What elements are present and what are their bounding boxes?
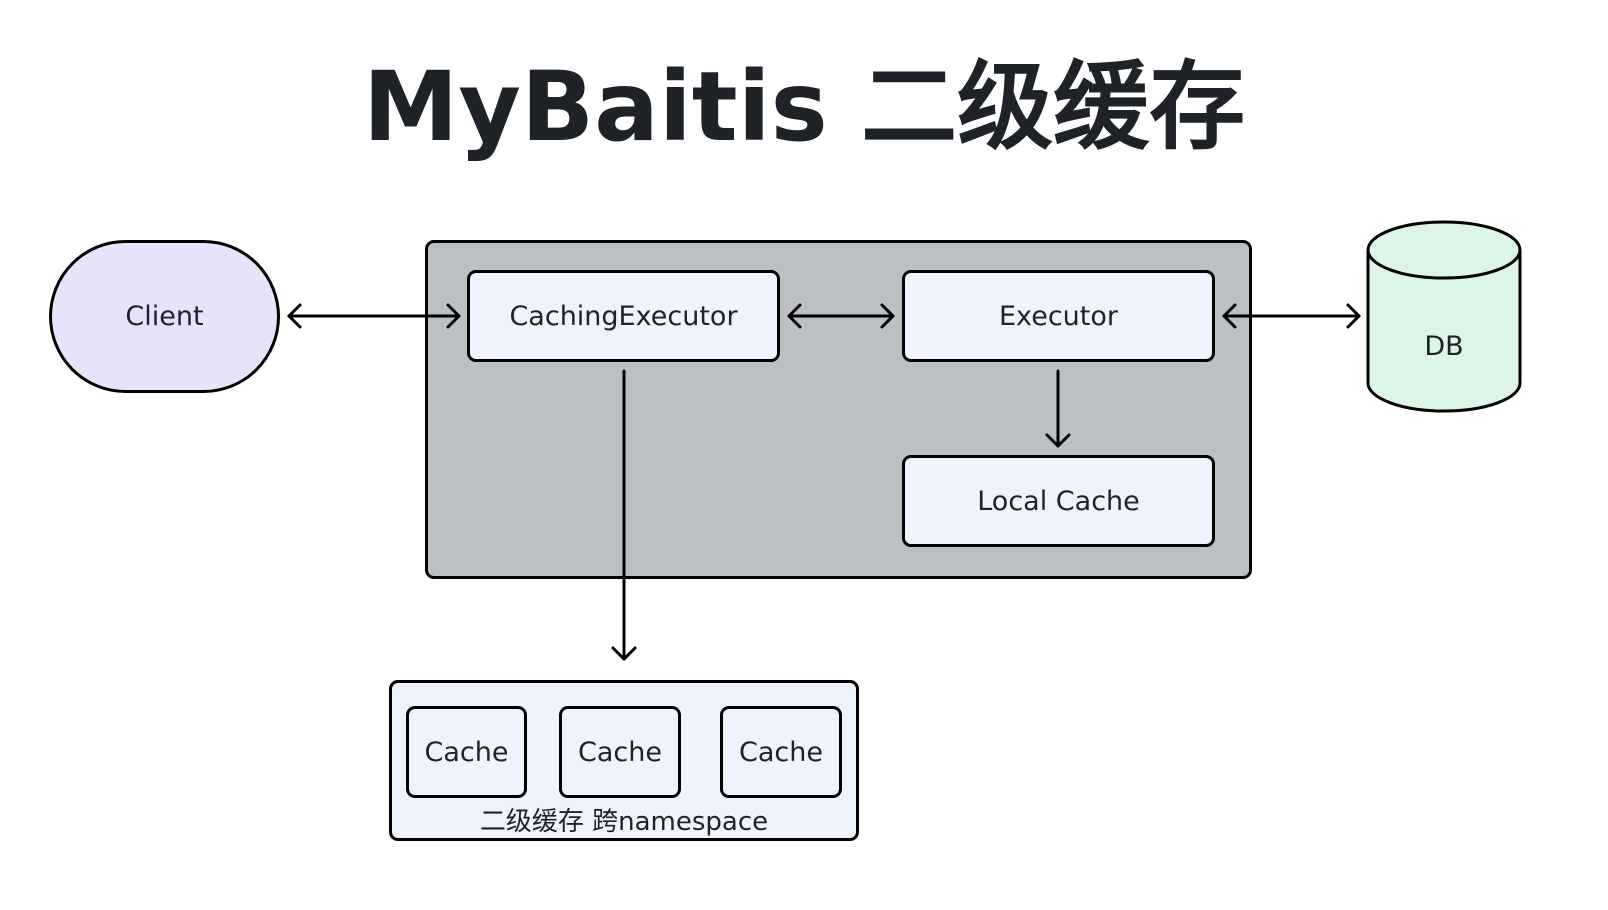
connectors-layer xyxy=(287,220,1522,661)
db-cylinder xyxy=(1366,220,1522,413)
client-caching-executor-arrow xyxy=(287,303,461,329)
caching-executor-executor-arrow xyxy=(787,303,895,329)
executor-local-cache-arrow xyxy=(1045,369,1071,448)
caching-executor-cache-group-arrow xyxy=(611,369,637,661)
db-label: DB xyxy=(1424,331,1464,362)
executor-db-arrow xyxy=(1222,303,1361,329)
